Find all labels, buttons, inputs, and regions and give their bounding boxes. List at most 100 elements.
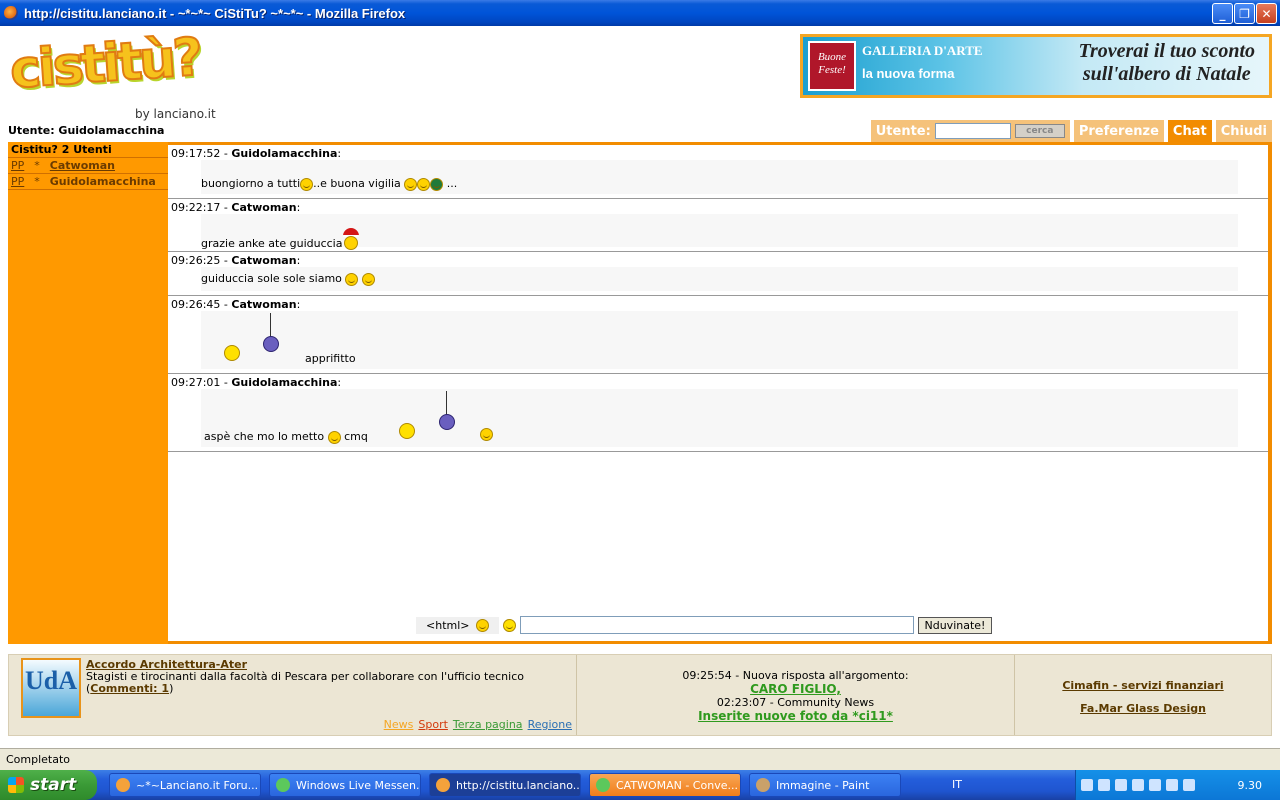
uda-logo[interactable]: UdA: [21, 658, 81, 718]
message-author: Catwoman: [231, 254, 297, 267]
users-header: Cistitu? 2 Utenti: [8, 142, 168, 158]
message-body: grazie anke ate guiduccia: [201, 214, 1238, 250]
category-terza-pagina-link[interactable]: Terza pagina: [453, 718, 523, 731]
users-sidebar: Cistitu? 2 Utenti PP * Catwoman PP * Gui…: [8, 142, 168, 644]
forum-topic-link[interactable]: CARO FIGLIO,: [577, 682, 1014, 696]
news-summary: Stagisti e tirocinanti dalla facoltà di …: [86, 670, 524, 695]
logo-text: cistitù?: [7, 26, 203, 101]
send-button[interactable]: Nduvinate!: [917, 616, 993, 634]
chat-message: 09:22:17 - Catwoman: grazie anke ate gui…: [168, 199, 1268, 252]
current-user-label: Utente: Guidolamacchina: [8, 124, 165, 137]
category-regione-link[interactable]: Regione: [528, 718, 572, 731]
ad-banner[interactable]: Buone Feste! GALLERIA D'ARTE la nuova fo…: [800, 34, 1272, 98]
smiley-picker-icon[interactable]: [475, 618, 489, 632]
duck-icon[interactable]: [502, 618, 516, 632]
forum-updates: 09:25:54 - Nuova risposta all'argomento:…: [577, 655, 1015, 735]
window-title-bar[interactable]: http://cistitu.lanciano.it - ~*~*~ CiSti…: [0, 0, 1280, 26]
message-text: aspè che mo lo metto cmq: [204, 430, 368, 444]
chat-message: 09:17:52 - Guidolamacchina: buongiorno a…: [168, 145, 1268, 199]
message-time: 09:27:01: [171, 376, 221, 389]
message-text: grazie anke ate guiduccia: [201, 237, 343, 250]
message-body: aspè che mo lo metto cmq: [201, 389, 1238, 447]
banner-badge: Buone Feste!: [808, 41, 856, 91]
network-icon[interactable]: [1115, 779, 1127, 791]
message-text: ..e buona vigilia: [313, 177, 401, 190]
banner-promo: Troverai il tuo sconto sull'albero di Na…: [1079, 40, 1255, 86]
message-text: guiduccia sole sole siamo: [201, 272, 342, 285]
king-smiley-icon: [404, 177, 418, 191]
taskbar-item[interactable]: Windows Live Messen...: [269, 773, 421, 797]
news-box: UdA Accordo Architettura-Ater Stagisti e…: [9, 655, 577, 735]
volume-icon[interactable]: [1149, 779, 1161, 791]
message-body: guiduccia sole sole siamo: [201, 267, 1238, 291]
pacman-smiley-icon: [399, 423, 415, 439]
messenger-icon: [596, 778, 610, 792]
browser-page: cistitù? by lanciano.it Utente: Guidolam…: [0, 26, 1280, 748]
community-link[interactable]: Inserite nuove foto da *ci11*: [577, 709, 1014, 723]
pacman-smiley-icon: [224, 345, 240, 361]
santa-smiley-icon: [342, 228, 360, 250]
forum-line: 09:25:54 - Nuova risposta all'argomento:: [682, 669, 909, 682]
message-author: Guidolamacchina: [231, 376, 338, 389]
taskbar-item[interactable]: CATWOMAN - Conve...: [589, 773, 741, 797]
category-news-link[interactable]: News: [384, 718, 414, 731]
comments-link[interactable]: Commenti: 1: [90, 682, 169, 695]
taskbar-item[interactable]: http://cistitu.lanciano....: [429, 773, 581, 797]
sponsor-cimafin-link[interactable]: Cimafin - servizi finanziari: [1015, 679, 1271, 692]
message-author: Catwoman: [231, 201, 297, 214]
tab-chat[interactable]: Chat: [1167, 120, 1212, 142]
user-star: *: [34, 175, 40, 188]
firefox-icon: [4, 6, 18, 20]
minimize-button[interactable]: _: [1212, 3, 1233, 24]
start-button[interactable]: start: [0, 770, 97, 800]
grin-smiley-icon: [361, 272, 375, 286]
security-icon[interactable]: [1183, 779, 1195, 791]
message-text-part: aspè che mo lo metto: [204, 430, 325, 443]
message-text: buongiorno a tutti: [201, 177, 301, 190]
status-text: Completato: [6, 753, 71, 766]
message-time: 09:17:52: [171, 147, 221, 160]
user-search: Utente: cerca: [870, 120, 1070, 142]
message-text-part: cmq: [344, 430, 368, 443]
message-body: apprifitto: [201, 311, 1238, 369]
message-time: 09:26:25: [171, 254, 221, 267]
taskbar-item[interactable]: Immagine - Paint: [749, 773, 901, 797]
user-search-input[interactable]: [934, 123, 1011, 139]
message-time: 09:26:45: [171, 298, 221, 311]
category-sport-link[interactable]: Sport: [418, 718, 448, 731]
language-indicator[interactable]: IT: [952, 778, 962, 791]
maximize-button[interactable]: ❐: [1234, 3, 1255, 24]
windows-logo-icon: [8, 777, 24, 793]
chat-message: 09:27:01 - Guidolamacchina: aspè che mo …: [168, 374, 1268, 452]
message-text: apprifitto: [305, 352, 356, 365]
wrecking-ball-icon: [263, 336, 279, 352]
html-toggle[interactable]: <html>: [416, 616, 499, 634]
message-composer: <html> Nduvinate!: [416, 615, 1020, 635]
user-list-item: PP * Guidolamacchina: [8, 174, 168, 190]
chat-frame: Cistitu? 2 Utenti PP * Catwoman PP * Gui…: [8, 142, 1272, 644]
sponsor-famar-link[interactable]: Fa.Mar Glass Design: [1015, 702, 1271, 715]
site-logo[interactable]: cistitù?: [7, 26, 225, 114]
tab-preferenze[interactable]: Preferenze: [1073, 120, 1164, 142]
paint-icon: [756, 778, 770, 792]
tab-chiudi[interactable]: Chiudi: [1215, 120, 1272, 142]
taskbar-item[interactable]: ~*~Lanciano.it Foru...: [109, 773, 261, 797]
private-message-link[interactable]: PP: [11, 175, 24, 188]
taskbar: start ~*~Lanciano.it Foru... Windows Liv…: [0, 770, 1280, 800]
network2-icon[interactable]: [1132, 779, 1144, 791]
cerca-button[interactable]: cerca: [1014, 124, 1065, 138]
uda-logo-text: UdA: [24, 666, 77, 695]
user-list-item: PP * Catwoman: [8, 158, 168, 174]
chat-log[interactable]: 09:17:52 - Guidolamacchina: buongiorno a…: [168, 145, 1268, 641]
message-input[interactable]: [519, 616, 914, 634]
tray-arrow-icon[interactable]: [1081, 779, 1093, 791]
user-name-link[interactable]: Catwoman: [50, 159, 115, 172]
messenger-tray-icon[interactable]: [1098, 779, 1110, 791]
grin-smiley-icon: [300, 177, 314, 191]
taskbar-item-label: CATWOMAN - Conve...: [616, 778, 738, 792]
private-message-link[interactable]: PP: [11, 159, 24, 172]
taskbar-item-label: http://cistitu.lanciano....: [456, 778, 581, 792]
close-button[interactable]: ✕: [1256, 3, 1277, 24]
tray-app-icon[interactable]: [1166, 779, 1178, 791]
chat-toolbar: Utente: cerca Preferenze Chat Chiudi: [870, 120, 1272, 142]
